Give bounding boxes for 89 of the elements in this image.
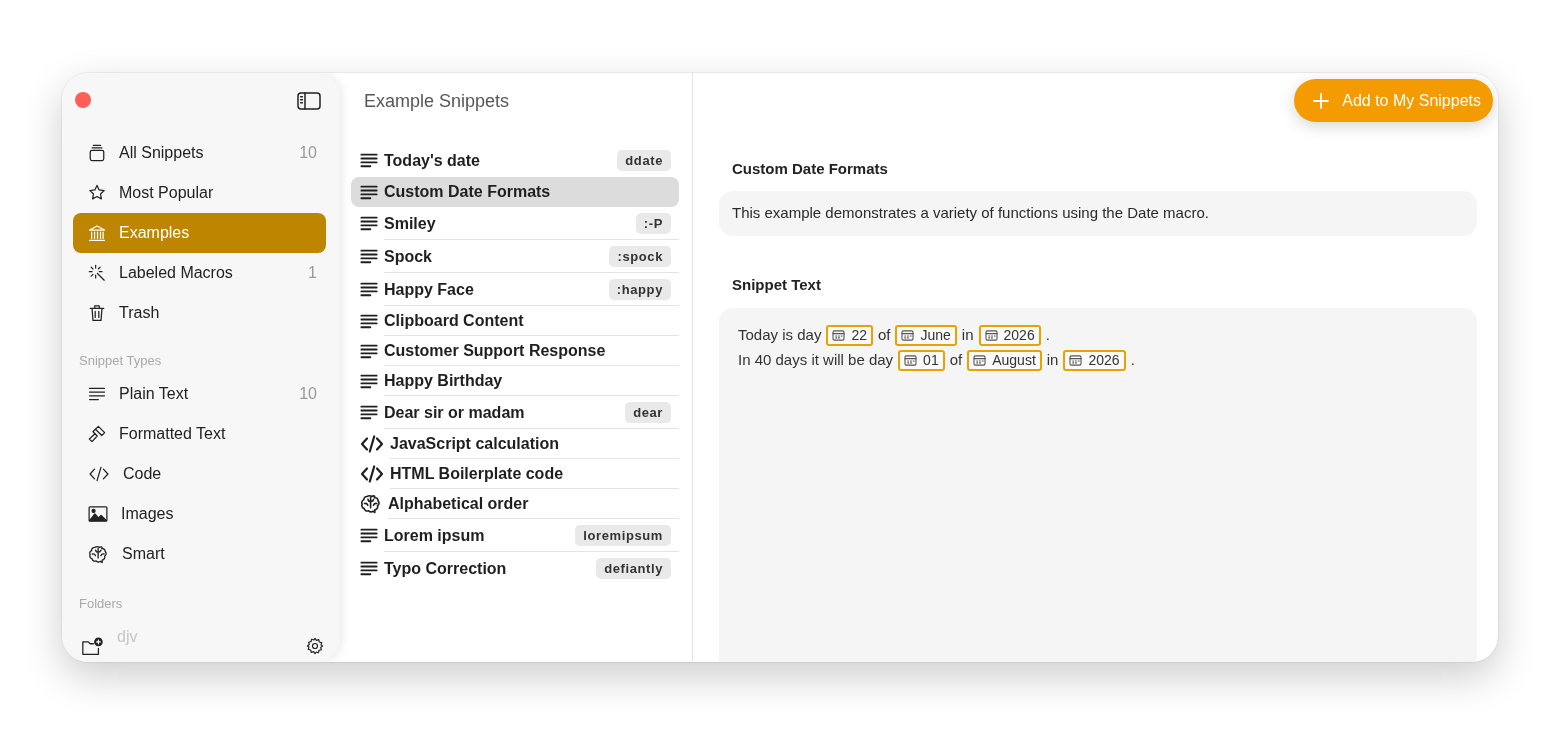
- section-title: Snippet Text: [731, 275, 822, 295]
- date-token[interactable]: 01: [898, 350, 945, 371]
- text-lines-icon: [360, 528, 378, 543]
- calendar-icon: [1069, 355, 1083, 366]
- snippet-list-item[interactable]: Clipboard Content: [351, 306, 679, 336]
- calendar-icon: [901, 330, 915, 341]
- sidebar-item[interactable]: Trash: [73, 293, 326, 333]
- snippet-list-item[interactable]: Customer Support Response: [351, 336, 679, 366]
- snippet-list-item[interactable]: Lorem ipsum loremipsum: [351, 519, 679, 552]
- calendar-icon: [973, 355, 987, 366]
- date-token[interactable]: 2026: [978, 325, 1041, 346]
- text-lines-icon: [360, 184, 378, 200]
- snippet-text: .: [1045, 325, 1050, 346]
- abbreviation-tag: :happy: [608, 279, 671, 300]
- snippet-text: in: [961, 325, 974, 346]
- snippet-editor[interactable]: Today is day 22 of June in 2026 . In 40 days it will be day 01 of August in 2026 .: [719, 308, 1477, 662]
- sidebar-toggle-icon[interactable]: [297, 92, 321, 110]
- image-icon: [88, 506, 108, 522]
- abbreviation-tag: ddate: [617, 150, 671, 171]
- sidebar-item[interactable]: Code: [73, 454, 326, 494]
- paintbrush-icon: [88, 425, 106, 443]
- date-token[interactable]: 2026: [1063, 350, 1126, 371]
- abbreviation-tag: dear: [625, 402, 671, 423]
- building-icon: [88, 224, 106, 242]
- new-folder-icon[interactable]: [81, 636, 103, 656]
- date-token[interactable]: 22: [826, 325, 873, 346]
- text-lines-icon: [360, 373, 378, 389]
- snippet-text: Today is day: [738, 325, 822, 346]
- text-lines-icon: [360, 153, 378, 168]
- text-lines-icon: [360, 561, 378, 576]
- item-count: 1: [308, 263, 317, 283]
- text-lines-icon: [88, 387, 106, 401]
- sidebar-item[interactable]: Images: [73, 494, 326, 534]
- snippet-list-item[interactable]: Happy Birthday: [351, 366, 679, 396]
- abbreviation-tag: :spock: [609, 246, 671, 267]
- snippet-text: of: [949, 350, 963, 371]
- code-icon: [360, 465, 384, 483]
- calendar-icon: [904, 355, 918, 366]
- calendar-icon: [984, 330, 998, 341]
- snippet-list-item[interactable]: Smiley :-P: [351, 207, 679, 240]
- calendar-icon: [832, 330, 846, 341]
- abbreviation-tag: :-P: [635, 213, 671, 234]
- description-text: This example demonstrates a variety of functions using the Date macro.: [732, 203, 1209, 224]
- brain-icon: [88, 544, 109, 564]
- sidebar-item[interactable]: Labeled Macros 1: [73, 253, 326, 293]
- snippet-list-item[interactable]: Today's date ddate: [351, 144, 679, 177]
- snippet-list-item[interactable]: Happy Face :happy: [351, 273, 679, 306]
- detail-title: Custom Date Formats: [731, 159, 889, 179]
- sparkle-icon: [88, 264, 106, 282]
- text-lines-icon: [360, 216, 378, 231]
- trash-icon: [88, 304, 106, 322]
- sidebar-item[interactable]: All Snippets 10: [73, 133, 326, 173]
- abbreviation-tag: loremipsum: [575, 525, 671, 546]
- sidebar-item[interactable]: Plain Text 10: [73, 374, 326, 414]
- section-header: Snippet Types: [79, 352, 163, 370]
- sidebar-item[interactable]: Most Popular: [73, 173, 326, 213]
- snippet-list-item[interactable]: HTML Boilerplate code: [351, 459, 679, 489]
- code-icon: [88, 466, 110, 482]
- plus-icon: [1313, 92, 1330, 109]
- snippet-list-item[interactable]: JavaScript calculation: [351, 429, 679, 459]
- brain-icon: [360, 494, 382, 514]
- snippet-text: In 40 days it will be day: [738, 350, 894, 371]
- section-header: Folders: [79, 595, 124, 613]
- item-count: 10: [299, 143, 317, 163]
- item-count: 10: [299, 384, 317, 404]
- snippet-text: .: [1130, 350, 1135, 371]
- text-lines-icon: [360, 282, 378, 297]
- snippet-text: in: [1046, 350, 1059, 371]
- tray-icon: [88, 144, 106, 162]
- date-token[interactable]: June: [895, 325, 957, 346]
- snippet-text: of: [877, 325, 891, 346]
- sidebar-item[interactable]: Formatted Text: [73, 414, 326, 454]
- settings-icon[interactable]: [306, 637, 324, 655]
- text-lines-icon: [360, 249, 378, 264]
- snippet-list-item[interactable]: Typo Correction defiantly: [351, 552, 679, 585]
- date-token[interactable]: August: [967, 350, 1042, 371]
- snippet-list-item[interactable]: Dear sir or madam dear: [351, 396, 679, 429]
- star-icon: [88, 184, 106, 202]
- abbreviation-tag: defiantly: [596, 558, 671, 579]
- text-lines-icon: [360, 405, 378, 420]
- list-title: Example Snippets: [363, 90, 511, 113]
- close-button[interactable]: [75, 92, 91, 108]
- snippet-list-item[interactable]: Alphabetical order: [351, 489, 679, 519]
- code-icon: [360, 435, 384, 453]
- text-lines-icon: [360, 343, 378, 359]
- snippet-list-item[interactable]: Spock :spock: [351, 240, 679, 273]
- snippet-list-item[interactable]: Custom Date Formats: [351, 177, 679, 207]
- sidebar-item[interactable]: Smart: [73, 534, 326, 574]
- text-lines-icon: [360, 313, 378, 329]
